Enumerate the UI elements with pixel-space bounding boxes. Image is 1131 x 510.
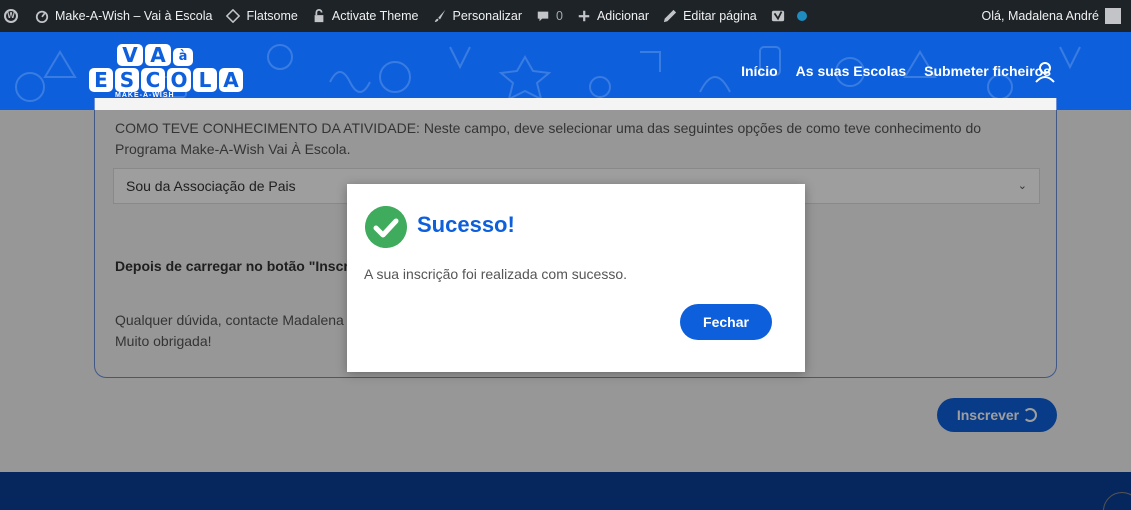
user-avatar — [1105, 8, 1121, 24]
admin-edit-page[interactable]: Editar página — [656, 0, 764, 32]
dashboard-icon — [35, 10, 49, 23]
admin-add-new[interactable]: Adicionar — [570, 0, 656, 32]
diamond-icon — [226, 9, 241, 23]
admin-my-account[interactable]: Olá, Madalena André — [982, 8, 1131, 24]
logo-tile: S — [115, 68, 139, 92]
admin-activate-theme[interactable]: Activate Theme — [305, 0, 426, 32]
logo-tile: L — [193, 68, 217, 92]
admin-customize[interactable]: Personalizar — [426, 0, 529, 32]
admin-theme-flatsome[interactable]: Flatsome — [219, 0, 304, 32]
close-modal-button[interactable]: Fechar — [680, 304, 772, 340]
logo-tile: C — [141, 68, 165, 92]
logo-tile: E — [89, 68, 113, 92]
lock-icon — [314, 9, 324, 23]
nav-inicio[interactable]: Início — [741, 63, 778, 79]
seo-status-dot-icon — [796, 11, 807, 21]
modal-title: Sucesso! — [417, 212, 515, 237]
user-account-icon[interactable] — [1034, 60, 1056, 84]
plus-icon — [578, 10, 590, 22]
logo-tile: O — [167, 68, 191, 92]
logo-tile: à — [173, 48, 193, 66]
nav-as-suas-escolas[interactable]: As suas Escolas — [796, 63, 907, 79]
admin-comments[interactable]: 0 — [529, 0, 570, 32]
wp-admin-bar: W Make-A-Wish – Vai à Escola Flatsome Ac… — [0, 0, 1131, 32]
wordpress-logo-icon[interactable]: W — [4, 9, 18, 23]
modal-message: A sua inscrição foi realizada com sucess… — [364, 266, 628, 282]
admin-site-name[interactable]: Make-A-Wish – Vai à Escola — [28, 0, 219, 32]
nav-submeter-ficheiros[interactable]: Submeter ficheiros — [924, 63, 1051, 79]
logo-tile: A — [219, 68, 243, 92]
success-modal: Sucesso! A sua inscrição foi realizada c… — [347, 184, 805, 372]
vai-a-escola-logo[interactable]: V A à E S C O L A MAKE-A-WISH — [85, 40, 245, 102]
yoast-seo-icon — [771, 10, 784, 22]
admin-yoast[interactable] — [764, 0, 814, 32]
checkmark-circle-icon — [365, 206, 407, 248]
comment-icon — [537, 11, 549, 22]
brush-icon — [434, 9, 445, 23]
pencil-icon — [663, 9, 677, 23]
logo-tile: A — [145, 44, 171, 66]
logo-tile: V — [117, 44, 143, 66]
